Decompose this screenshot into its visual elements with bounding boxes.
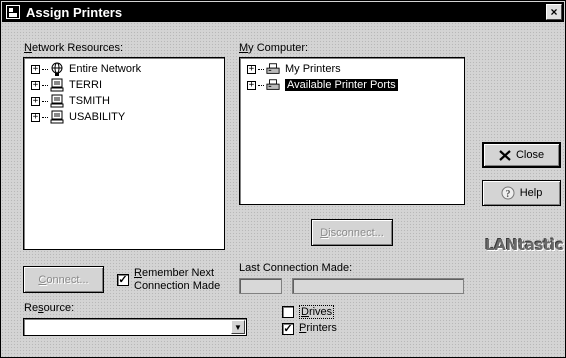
close-window-button[interactable]: × [546, 4, 562, 20]
computer-icon [50, 78, 64, 92]
svg-text:?: ? [505, 189, 510, 200]
tree-item-label: My Printers [285, 63, 341, 75]
my-computer-tree[interactable]: + My Printers + Available Printer Ports [239, 57, 465, 205]
drives-label[interactable]: Drives [299, 305, 335, 319]
chevron-down-icon[interactable]: ▼ [231, 320, 245, 334]
expand-icon[interactable]: + [31, 96, 40, 106]
tree-item-label: TERRI [69, 79, 102, 91]
tree-item-tsmith[interactable]: + TSMITH [31, 93, 110, 109]
help-icon: ? [501, 186, 515, 200]
tree-item-entire-network[interactable]: + Entire Network [31, 61, 141, 77]
tree-item-label: USABILITY [69, 111, 126, 123]
window-title: Assign Printers [26, 4, 123, 20]
disconnect-button[interactable]: Disconnect... [311, 219, 393, 246]
my-computer-label: My Computer: [239, 42, 309, 54]
resource-label: Resource: [24, 302, 75, 314]
app-icon [6, 5, 20, 19]
lantastic-logo: LANtastic [485, 236, 564, 254]
remember-connection-checkbox[interactable]: ✓ [117, 274, 129, 286]
tree-item-label: TSMITH [69, 95, 110, 107]
printers-checkbox[interactable]: ✓ [282, 323, 294, 335]
last-connection-field-1 [239, 278, 282, 294]
network-resources-tree[interactable]: + Entire Network + TERRI + TSMITH + USAB… [23, 57, 225, 250]
tree-item-terri[interactable]: + TERRI [31, 77, 102, 93]
expand-icon[interactable]: + [31, 64, 40, 74]
computer-icon [50, 110, 64, 124]
expand-icon[interactable]: + [247, 64, 256, 74]
computer-icon [50, 94, 64, 108]
close-button[interactable]: Close [482, 142, 561, 168]
globe-icon [50, 62, 64, 76]
network-resources-label: Network Resources: [24, 42, 124, 54]
expand-icon[interactable]: + [247, 80, 256, 90]
help-button[interactable]: ? Help [482, 180, 561, 206]
expand-icon[interactable]: + [31, 80, 40, 90]
last-connection-field-2 [292, 278, 464, 294]
resource-dropdown[interactable]: ▼ [23, 318, 247, 336]
printer-icon [266, 62, 280, 76]
close-icon [499, 149, 511, 161]
remember-connection-label[interactable]: Remember Next Connection Made [134, 267, 220, 293]
tree-item-label: Available Printer Ports [285, 79, 398, 91]
tree-item-usability[interactable]: + USABILITY [31, 109, 125, 125]
assign-printers-dialog: Assign Printers × Network Resources: + E… [0, 0, 566, 358]
expand-icon[interactable]: + [31, 112, 40, 122]
last-connection-label: Last Connection Made: [239, 262, 353, 274]
connect-button[interactable]: Connect... [23, 266, 104, 293]
tree-item-available-printer-ports[interactable]: + Available Printer Ports [247, 77, 398, 93]
printers-label[interactable]: Printers [299, 322, 337, 334]
title-bar[interactable]: Assign Printers × [2, 2, 564, 22]
tree-item-label: Entire Network [69, 63, 142, 75]
drives-checkbox[interactable] [282, 306, 294, 318]
tree-item-my-printers[interactable]: + My Printers [247, 61, 341, 77]
close-icon: × [550, 5, 558, 19]
printer-icon [266, 78, 280, 92]
